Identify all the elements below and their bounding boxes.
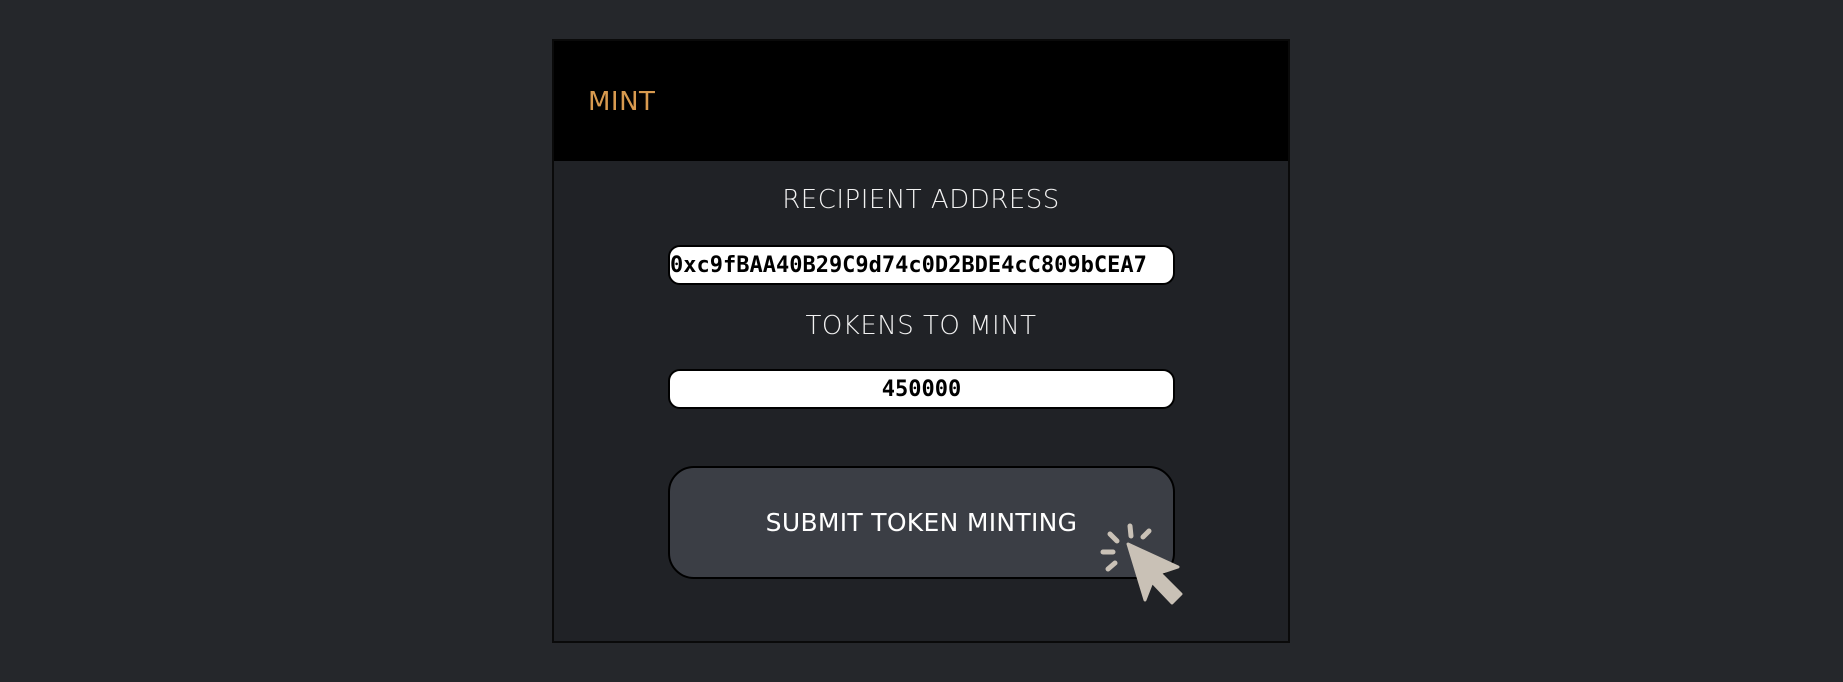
tokens-to-mint-input[interactable] [668, 369, 1175, 409]
tokens-to-mint-label: TOKENS TO MINT [805, 311, 1037, 341]
card-header: MINT [554, 41, 1288, 161]
click-cursor-icon [1100, 523, 1183, 605]
recipient-address-input[interactable] [668, 245, 1175, 285]
card-title: MINT [588, 87, 656, 117]
recipient-address-label: RECIPIENT ADDRESS [782, 185, 1060, 215]
page: MINT RECIPIENT ADDRESS TOKENS TO MINT SU… [0, 0, 1843, 682]
